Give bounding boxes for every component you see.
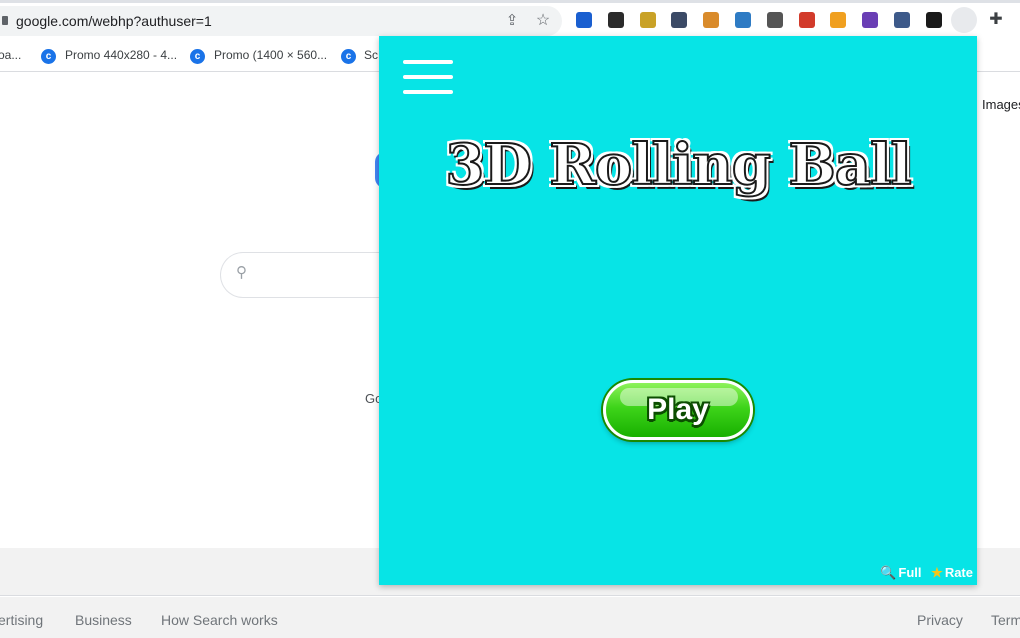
rate-link-label: Rate xyxy=(945,565,973,580)
extensions-puzzle-icon[interactable]: ✚ xyxy=(986,10,1006,30)
address-bar-url[interactable]: google.com/webhp?authuser=1 xyxy=(16,13,212,29)
footer-privacy-link[interactable]: Privacy xyxy=(917,612,963,628)
full-link-label: Full xyxy=(898,565,921,580)
footer-terms-link[interactable]: Term xyxy=(991,612,1020,628)
sea-extension-icon[interactable] xyxy=(735,12,751,28)
ship-extension-icon[interactable] xyxy=(894,12,910,28)
star-icon: ★ xyxy=(931,565,943,580)
footer-advertising-link[interactable]: ertising xyxy=(0,612,43,628)
ball-extension-icon[interactable] xyxy=(830,12,846,28)
checker-extension-icon[interactable] xyxy=(767,12,783,28)
figure-extension-icon[interactable] xyxy=(640,12,656,28)
google-images-link[interactable]: Images xyxy=(982,97,1020,112)
swirl-extension-icon[interactable] xyxy=(608,12,624,28)
bookmark-item[interactable]: Promo (1400 × 560... xyxy=(214,48,327,62)
bookmark-favicon-icon: c xyxy=(341,49,356,64)
play-button[interactable]: Play xyxy=(603,380,753,440)
rocket-extension-icon[interactable] xyxy=(799,12,815,28)
tab-strip-edge xyxy=(0,0,1020,3)
active-extension-highlight xyxy=(951,7,977,33)
menu-hamburger-icon[interactable] xyxy=(403,60,455,96)
rate-link[interactable]: ★Rate xyxy=(931,565,973,580)
browser-toolbar: google.com/webhp?authuser=1 ⇪ ☆ ✚ xyxy=(0,0,1020,40)
cat-extension-icon[interactable] xyxy=(926,12,942,28)
bookmark-item[interactable]: oa... xyxy=(0,48,21,62)
key-icon: 🔍 xyxy=(880,565,896,580)
lock-icon[interactable] xyxy=(2,16,8,25)
car-extension-icon[interactable] xyxy=(671,12,687,28)
share-icon[interactable]: ⇪ xyxy=(502,11,522,31)
bookmark-favicon-icon: c xyxy=(190,49,205,64)
footer-business-link[interactable]: Business xyxy=(75,612,132,628)
address-bar[interactable]: google.com/webhp?authuser=1 ⇪ ☆ xyxy=(0,6,562,36)
plane-extension-icon[interactable] xyxy=(576,12,592,28)
landscape-extension-icon[interactable] xyxy=(703,12,719,28)
play-button-label: Play xyxy=(606,383,750,437)
search-icon: ⚲ xyxy=(236,265,252,281)
bookmark-favicon-icon: c xyxy=(41,49,56,64)
bookmark-item[interactable]: Sc xyxy=(364,48,378,62)
bookmark-star-icon[interactable]: ☆ xyxy=(533,11,553,31)
game-title: 3D Rolling Ball xyxy=(379,132,977,198)
game-popup: 3D Rolling Ball Play 🔍Full ★Rate xyxy=(379,36,977,585)
bookmark-item[interactable]: Promo 440x280 - 4... xyxy=(65,48,177,62)
purple-game-extension-icon[interactable] xyxy=(862,12,878,28)
popup-footer-links: 🔍Full ★Rate xyxy=(874,565,973,581)
google-footer-links xyxy=(0,597,1020,638)
footer-how-search-works-link[interactable]: How Search works xyxy=(161,612,278,628)
full-link[interactable]: 🔍Full xyxy=(880,565,921,580)
